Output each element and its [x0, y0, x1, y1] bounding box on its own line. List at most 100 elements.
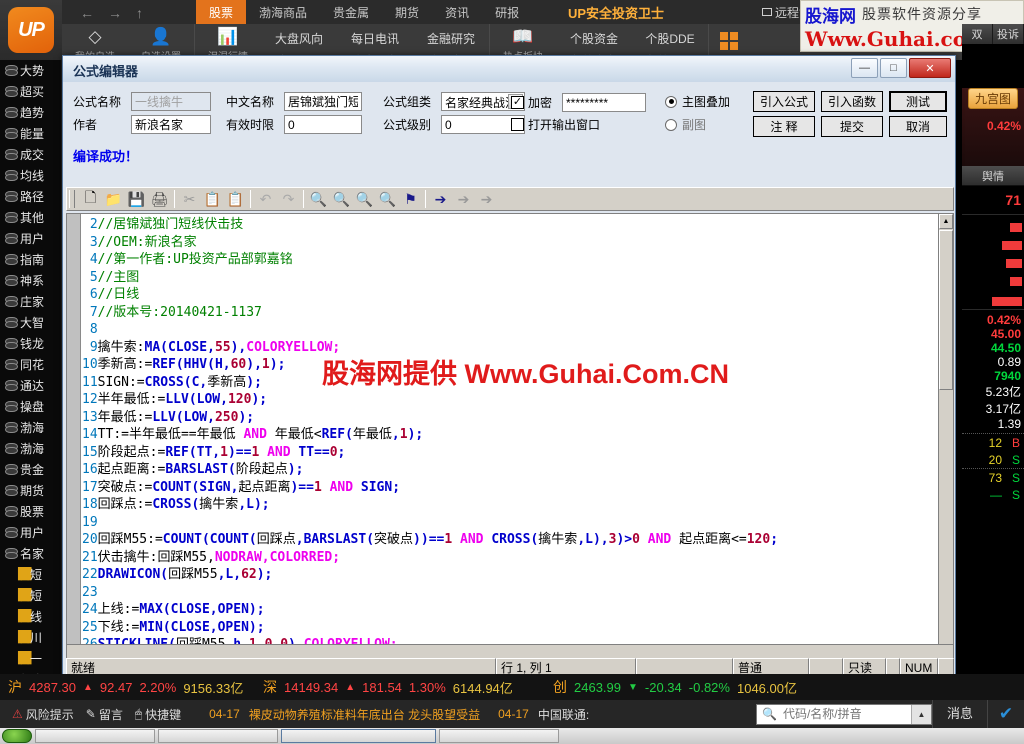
main-chart-radio[interactable] [665, 95, 677, 108]
sidebar-item-0[interactable]: 大势 [0, 60, 61, 81]
nav-arrows[interactable]: ← → ↑ [80, 2, 143, 24]
cancel-button[interactable]: 取消 [889, 116, 947, 137]
bookmark-icon[interactable]: ⚑ [399, 189, 422, 210]
sidebar-item-20[interactable]: 期货 [0, 480, 61, 501]
shortcut-button[interactable]: 🖱 快捷键 [135, 706, 181, 723]
code-content[interactable]: 2//居锦斌独门短线伏击技 3//OEM:新浪名家 4//第一作者:UP投资产品… [82, 214, 937, 706]
forward-arrow-icon[interactable]: → [108, 5, 122, 21]
sidebar-item-13[interactable]: 钱龙 [0, 333, 61, 354]
risk-warning-button[interactable]: ⚠ 风险提示 [12, 706, 74, 723]
main-tab-0[interactable]: 股票 [196, 0, 247, 24]
taskbar-item-active[interactable] [281, 729, 436, 743]
sidebar-item-4[interactable]: 成交 [0, 144, 61, 165]
taskbar-item[interactable] [35, 729, 155, 743]
index-0[interactable]: 沪 4287.30 ▲ 92.47 2.20% 9156.33亿 [8, 677, 243, 697]
sidebar-item-10[interactable]: 神系 [0, 270, 61, 291]
sidebar-item-14[interactable]: 同花 [0, 354, 61, 375]
clear-bookmark-icon[interactable]: ➔ [475, 189, 498, 210]
news-item-1[interactable]: 04-17 裸皮动物养殖标准料年底出台 龙头股望受益 [209, 706, 480, 723]
output-window-checkbox-row[interactable]: 打开输出窗口 [511, 116, 600, 133]
scroll-thumb[interactable] [939, 230, 953, 390]
encrypt-checkbox[interactable]: ✓ [511, 96, 524, 109]
open-folder-icon[interactable]: 📁 [102, 189, 125, 210]
sidebar-item-5[interactable]: 均线 [0, 165, 61, 186]
cut-icon[interactable]: ✂ [178, 189, 201, 210]
index-2[interactable]: 创 2463.99 ▼ -20.34 -0.82% 1046.00亿 [553, 677, 797, 697]
sidebar-item-3[interactable]: 能量 [0, 123, 61, 144]
main-tab-2[interactable]: 贵金属 [320, 0, 382, 24]
dialog-titlebar[interactable]: 公式编辑器 — □ ✕ [63, 56, 955, 82]
sidebar-item-6[interactable]: 路径 [0, 186, 61, 207]
formula-name-input[interactable] [131, 92, 211, 111]
print-icon[interactable]: 🖨 [148, 189, 171, 210]
sidebar-item-21[interactable]: 股票 [0, 501, 61, 522]
sidebar-item-19[interactable]: 贵金 [0, 459, 61, 480]
sidebar-item-1[interactable]: 超买 [0, 81, 61, 102]
author-input[interactable] [131, 115, 211, 134]
undo-icon[interactable]: ↶ [254, 189, 277, 210]
sidebar-item-17[interactable]: 渤海 [0, 417, 61, 438]
encrypt-password-input[interactable] [562, 93, 647, 112]
maximize-button[interactable]: □ [880, 58, 907, 78]
home-arrow-icon[interactable]: ↑ [136, 5, 143, 21]
valid-input[interactable] [284, 115, 362, 134]
sidebar-item-28[interactable]: ▐█▌ 一 [0, 648, 61, 669]
sidebar-item-24[interactable]: ▐█▌ 短 [0, 564, 61, 585]
main-tab-4[interactable]: 资讯 [432, 0, 482, 24]
encrypt-checkbox-row[interactable]: ✓ 加密 [511, 93, 647, 112]
main-tab-1[interactable]: 渤海商品 [246, 0, 320, 24]
new-file-icon[interactable]: 🗋 [79, 189, 102, 210]
apps-grid-icon[interactable] [720, 32, 738, 50]
sidebar-item-2[interactable]: 趋势 [0, 102, 61, 123]
paste-icon[interactable]: 📋 [224, 189, 247, 210]
sidebar-item-23[interactable]: 名家 [0, 543, 61, 564]
sidebar-item-18[interactable]: 渤海 [0, 438, 61, 459]
sidebar-item-25[interactable]: ▐█▌ 短 [0, 585, 61, 606]
search-box[interactable]: 🔍 ▲ [756, 703, 932, 725]
sidebar-item-9[interactable]: 指南 [0, 249, 61, 270]
sidebar-item-8[interactable]: 用户 [0, 228, 61, 249]
sub-chart-radio-row[interactable]: 副图 [665, 116, 706, 133]
news-item-2[interactable]: 04-17 中国联通: [498, 706, 589, 723]
next-bookmark-icon[interactable]: ➔ [452, 189, 475, 210]
comment-button[interactable]: 注 释 [753, 116, 815, 137]
right-tab-shuang[interactable]: 双 [962, 24, 993, 44]
cn-name-input[interactable] [284, 92, 362, 111]
sidebar-item-16[interactable]: 操盘 [0, 396, 61, 417]
jiugongtu-button[interactable]: 九宫图 [968, 88, 1018, 109]
msg-button[interactable]: 消息 [932, 700, 988, 728]
close-button[interactable]: ✕ [909, 58, 951, 78]
main-chart-radio-row[interactable]: 主图叠加 [665, 93, 730, 110]
back-arrow-icon[interactable]: ← [80, 5, 94, 21]
scroll-up-button[interactable]: ▲ [939, 214, 953, 229]
sub-chart-radio[interactable] [665, 118, 677, 131]
sidebar-item-12[interactable]: 大智 [0, 312, 61, 333]
find-next-icon[interactable]: 🔍 [353, 189, 376, 210]
main-tab-3[interactable]: 期货 [382, 0, 432, 24]
import-formula-button[interactable]: 引入公式 [753, 91, 815, 112]
main-tab-5[interactable]: 研报 [482, 0, 532, 24]
sidebar-item-22[interactable]: 用户 [0, 522, 61, 543]
right-tab-complaint[interactable]: 投诉 [993, 24, 1024, 44]
save-icon[interactable]: 💾 [125, 189, 148, 210]
sidebar-item-11[interactable]: 庄家 [0, 291, 61, 312]
import-function-button[interactable]: 引入函数 [821, 91, 883, 112]
chevron-up-icon[interactable]: ▲ [911, 704, 931, 724]
search-input[interactable] [780, 706, 893, 722]
sidebar-item-26[interactable]: ▐█▌ 线 [0, 606, 61, 627]
find-red-icon[interactable]: 🔍 [376, 189, 399, 210]
sidebar-item-15[interactable]: 通达 [0, 375, 61, 396]
copy-icon[interactable]: 📋 [201, 189, 224, 210]
taskbar-item[interactable] [439, 729, 559, 743]
code-scroll-area[interactable]: 2//居锦斌独门短线伏击技 3//OEM:新浪名家 4//第一作者:UP投资产品… [82, 214, 937, 710]
submit-button[interactable]: 提交 [821, 116, 883, 137]
index-1[interactable]: 深 14149.34 ▲ 181.54 1.30% 6144.94亿 [263, 677, 513, 697]
redo-icon[interactable]: ↷ [277, 189, 300, 210]
start-button[interactable] [2, 729, 32, 743]
shield-check-icon[interactable]: ✔ [988, 704, 1024, 724]
goto-bookmark-icon[interactable]: ➔ [429, 189, 452, 210]
editor-vertical-scrollbar[interactable]: ▲ ▼ [938, 214, 953, 710]
sidebar-item-7[interactable]: 其他 [0, 207, 61, 228]
find-prev-icon[interactable]: 🔍 [330, 189, 353, 210]
find-icon[interactable]: 🔍 [307, 189, 330, 210]
